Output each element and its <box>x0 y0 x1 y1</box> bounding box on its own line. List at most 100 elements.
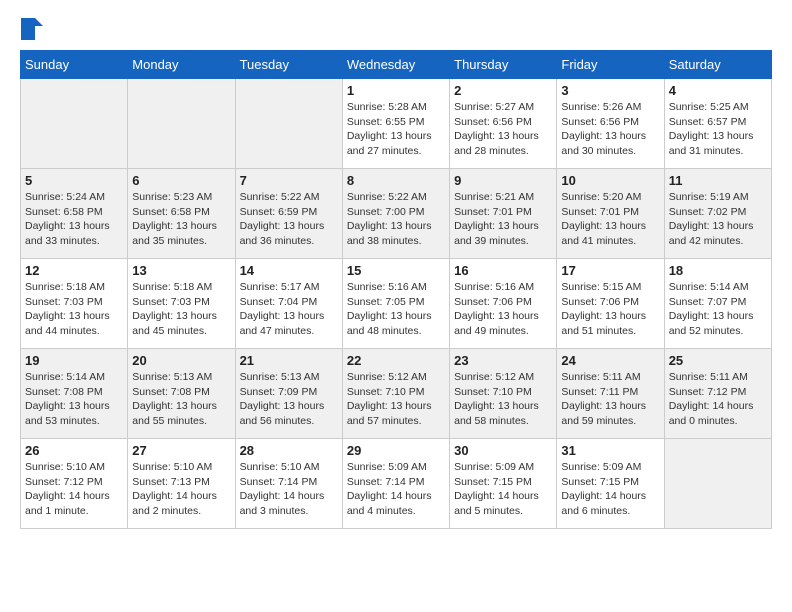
calendar-cell: 15Sunrise: 5:16 AM Sunset: 7:05 PM Dayli… <box>342 259 449 349</box>
calendar-cell: 19 Sunrise: 5:14 AM Sunset: 7:08 PM Dayli… <box>21 349 128 439</box>
day-info: Sunrise: 5:17 AM Sunset: 7:04 PM Dayligh… <box>240 280 338 339</box>
calendar-cell: 25 Sunrise: 5:11 AM Sunset: 7:12 PM Dayli… <box>664 349 771 439</box>
day-info: Sunrise: 5:20 AM Sunset: 7:01 PM Dayligh… <box>561 190 659 249</box>
day-info: Sunrise: 5:27 AM Sunset: 6:56 PM Dayligh… <box>454 100 552 159</box>
weekday-header-saturday: Saturday <box>664 51 771 79</box>
day-number: 27 <box>132 443 230 458</box>
calendar-cell: 26 Sunrise: 5:10 AM Sunset: 7:12 PM Dayli… <box>21 439 128 529</box>
calendar-cell: 9 Sunrise: 5:21 AM Sunset: 7:01 PM Daylig… <box>450 169 557 259</box>
calendar-cell: 23 Sunrise: 5:12 AM Sunset: 7:10 PM Dayli… <box>450 349 557 439</box>
day-number: 20 <box>132 353 230 368</box>
calendar-cell: 2 Sunrise: 5:27 AM Sunset: 6:56 PM Daylig… <box>450 79 557 169</box>
day-number: 17 <box>561 263 659 278</box>
day-number: 18 <box>669 263 767 278</box>
day-number: 10 <box>561 173 659 188</box>
day-info: Sunrise: 5:14 AM Sunset: 7:07 PM Dayligh… <box>669 280 767 339</box>
weekday-header-thursday: Thursday <box>450 51 557 79</box>
day-info: Sunrise: 5:21 AM Sunset: 7:01 PM Dayligh… <box>454 190 552 249</box>
day-number: 21 <box>240 353 338 368</box>
calendar-cell: 28 Sunrise: 5:10 AM Sunset: 7:14 PM Dayli… <box>235 439 342 529</box>
calendar-cell: 18 Sunrise: 5:14 AM Sunset: 7:07 PM Dayli… <box>664 259 771 349</box>
day-number: 2 <box>454 83 552 98</box>
day-info: Sunrise: 5:15 AM Sunset: 7:06 PM Dayligh… <box>561 280 659 339</box>
calendar-cell: 31Sunrise: 5:09 AM Sunset: 7:15 PM Dayli… <box>557 439 664 529</box>
calendar-cell: 16Sunrise: 5:16 AM Sunset: 7:06 PM Dayli… <box>450 259 557 349</box>
logo-icon <box>21 18 43 40</box>
day-number: 31 <box>561 443 659 458</box>
calendar-week-row-2: 5 Sunrise: 5:24 AM Sunset: 6:58 PM Daylig… <box>21 169 772 259</box>
day-number: 14 <box>240 263 338 278</box>
day-number: 11 <box>669 173 767 188</box>
day-info: Sunrise: 5:13 AM Sunset: 7:09 PM Dayligh… <box>240 370 338 429</box>
day-number: 15 <box>347 263 445 278</box>
day-info: Sunrise: 5:10 AM Sunset: 7:14 PM Dayligh… <box>240 460 338 519</box>
calendar-cell: 21 Sunrise: 5:13 AM Sunset: 7:09 PM Dayli… <box>235 349 342 439</box>
day-info: Sunrise: 5:18 AM Sunset: 7:03 PM Dayligh… <box>25 280 123 339</box>
page-header <box>20 20 772 40</box>
day-info: Sunrise: 5:10 AM Sunset: 7:13 PM Dayligh… <box>132 460 230 519</box>
day-info: Sunrise: 5:26 AM Sunset: 6:56 PM Dayligh… <box>561 100 659 159</box>
calendar-week-row-3: 12 Sunrise: 5:18 AM Sunset: 7:03 PM Dayli… <box>21 259 772 349</box>
day-info: Sunrise: 5:16 AM Sunset: 7:06 PM Dayligh… <box>454 280 552 339</box>
weekday-header-friday: Friday <box>557 51 664 79</box>
calendar-header: SundayMondayTuesdayWednesdayThursdayFrid… <box>21 51 772 79</box>
calendar-cell: 10 Sunrise: 5:20 AM Sunset: 7:01 PM Dayli… <box>557 169 664 259</box>
day-number: 6 <box>132 173 230 188</box>
day-info: Sunrise: 5:13 AM Sunset: 7:08 PM Dayligh… <box>132 370 230 429</box>
day-info: Sunrise: 5:10 AM Sunset: 7:12 PM Dayligh… <box>25 460 123 519</box>
day-info: Sunrise: 5:11 AM Sunset: 7:11 PM Dayligh… <box>561 370 659 429</box>
calendar-cell: 7 Sunrise: 5:22 AM Sunset: 6:59 PM Daylig… <box>235 169 342 259</box>
day-number: 26 <box>25 443 123 458</box>
day-number: 1 <box>347 83 445 98</box>
day-info: Sunrise: 5:12 AM Sunset: 7:10 PM Dayligh… <box>454 370 552 429</box>
calendar-cell: 1 Sunrise: 5:28 AM Sunset: 6:55 PM Daylig… <box>342 79 449 169</box>
day-info: Sunrise: 5:25 AM Sunset: 6:57 PM Dayligh… <box>669 100 767 159</box>
calendar-week-row-4: 19 Sunrise: 5:14 AM Sunset: 7:08 PM Dayli… <box>21 349 772 439</box>
weekday-header-sunday: Sunday <box>21 51 128 79</box>
day-info: Sunrise: 5:09 AM Sunset: 7:14 PM Dayligh… <box>347 460 445 519</box>
day-info: Sunrise: 5:14 AM Sunset: 7:08 PM Dayligh… <box>25 370 123 429</box>
weekday-header-wednesday: Wednesday <box>342 51 449 79</box>
day-number: 19 <box>25 353 123 368</box>
day-info: Sunrise: 5:12 AM Sunset: 7:10 PM Dayligh… <box>347 370 445 429</box>
day-number: 9 <box>454 173 552 188</box>
day-number: 7 <box>240 173 338 188</box>
weekday-header-row: SundayMondayTuesdayWednesdayThursdayFrid… <box>21 51 772 79</box>
day-number: 12 <box>25 263 123 278</box>
calendar-cell <box>664 439 771 529</box>
day-info: Sunrise: 5:28 AM Sunset: 6:55 PM Dayligh… <box>347 100 445 159</box>
day-number: 5 <box>25 173 123 188</box>
day-info: Sunrise: 5:23 AM Sunset: 6:58 PM Dayligh… <box>132 190 230 249</box>
calendar-cell: 20 Sunrise: 5:13 AM Sunset: 7:08 PM Dayli… <box>128 349 235 439</box>
calendar-cell <box>21 79 128 169</box>
day-number: 25 <box>669 353 767 368</box>
calendar-cell: 13Sunrise: 5:18 AM Sunset: 7:03 PM Dayli… <box>128 259 235 349</box>
calendar-cell: 8Sunrise: 5:22 AM Sunset: 7:00 PM Daylig… <box>342 169 449 259</box>
day-number: 29 <box>347 443 445 458</box>
calendar-cell: 11 Sunrise: 5:19 AM Sunset: 7:02 PM Dayli… <box>664 169 771 259</box>
calendar-cell: 17 Sunrise: 5:15 AM Sunset: 7:06 PM Dayli… <box>557 259 664 349</box>
calendar-cell: 4Sunrise: 5:25 AM Sunset: 6:57 PM Daylig… <box>664 79 771 169</box>
day-number: 3 <box>561 83 659 98</box>
calendar-cell <box>128 79 235 169</box>
logo <box>20 20 43 40</box>
calendar-cell: 6 Sunrise: 5:23 AM Sunset: 6:58 PM Daylig… <box>128 169 235 259</box>
day-number: 13 <box>132 263 230 278</box>
calendar-cell: 12 Sunrise: 5:18 AM Sunset: 7:03 PM Dayli… <box>21 259 128 349</box>
calendar-table: SundayMondayTuesdayWednesdayThursdayFrid… <box>20 50 772 529</box>
calendar-body: 1 Sunrise: 5:28 AM Sunset: 6:55 PM Daylig… <box>21 79 772 529</box>
calendar-cell: 24Sunrise: 5:11 AM Sunset: 7:11 PM Dayli… <box>557 349 664 439</box>
day-info: Sunrise: 5:19 AM Sunset: 7:02 PM Dayligh… <box>669 190 767 249</box>
calendar-week-row-5: 26 Sunrise: 5:10 AM Sunset: 7:12 PM Dayli… <box>21 439 772 529</box>
day-info: Sunrise: 5:24 AM Sunset: 6:58 PM Dayligh… <box>25 190 123 249</box>
calendar-cell: 5 Sunrise: 5:24 AM Sunset: 6:58 PM Daylig… <box>21 169 128 259</box>
day-number: 28 <box>240 443 338 458</box>
day-number: 23 <box>454 353 552 368</box>
calendar-cell: 30Sunrise: 5:09 AM Sunset: 7:15 PM Dayli… <box>450 439 557 529</box>
calendar-cell: 22Sunrise: 5:12 AM Sunset: 7:10 PM Dayli… <box>342 349 449 439</box>
calendar-cell: 3 Sunrise: 5:26 AM Sunset: 6:56 PM Daylig… <box>557 79 664 169</box>
day-info: Sunrise: 5:11 AM Sunset: 7:12 PM Dayligh… <box>669 370 767 429</box>
day-info: Sunrise: 5:22 AM Sunset: 6:59 PM Dayligh… <box>240 190 338 249</box>
weekday-header-tuesday: Tuesday <box>235 51 342 79</box>
day-info: Sunrise: 5:22 AM Sunset: 7:00 PM Dayligh… <box>347 190 445 249</box>
